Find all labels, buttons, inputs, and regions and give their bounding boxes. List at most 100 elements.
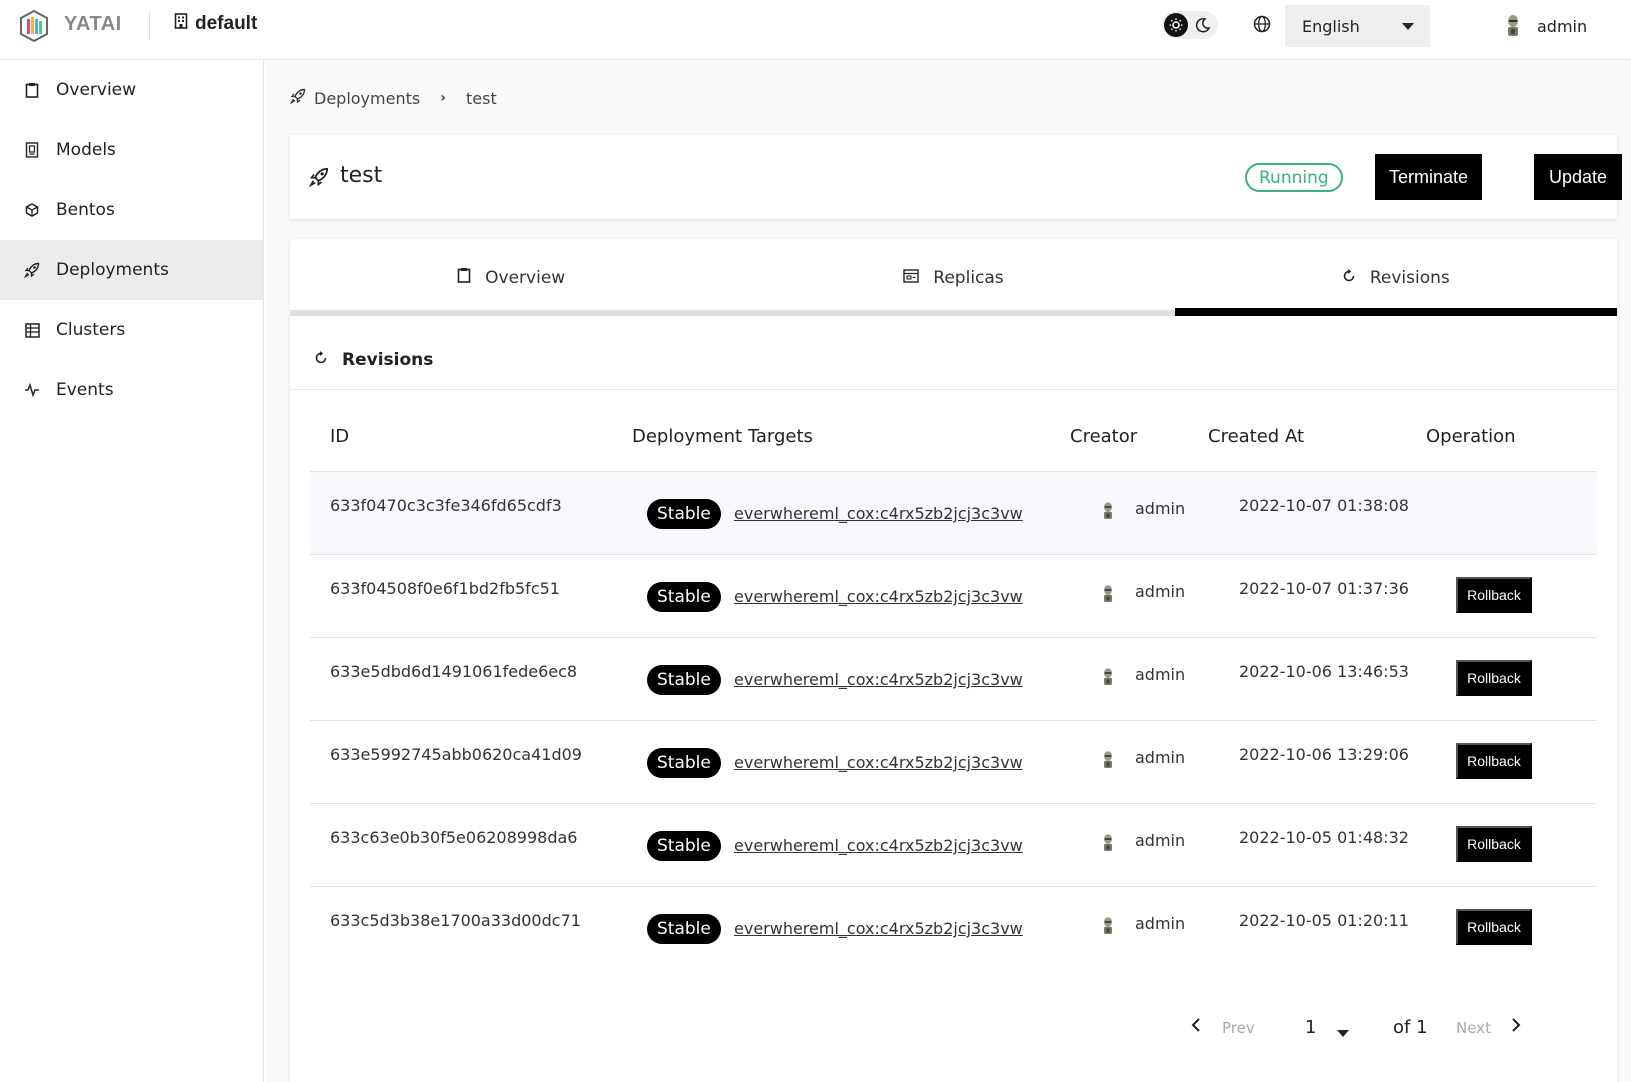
- revision-icon: [314, 350, 328, 370]
- target-type-badge: Stable: [647, 582, 721, 612]
- rollback-button[interactable]: Rollback: [1456, 826, 1532, 862]
- section-title: Revisions: [314, 350, 433, 370]
- bento-link[interactable]: everwhereml_cox:c4rx5zb2jcj3c3vw: [734, 587, 1023, 606]
- created-at: 2022-10-05 01:20:11: [1239, 911, 1409, 930]
- tab-replicas[interactable]: Replicas: [732, 239, 1175, 316]
- yatai-logo[interactable]: [18, 9, 50, 43]
- chevron-right-icon[interactable]: [1510, 1017, 1522, 1038]
- clipboard-icon: [457, 267, 471, 288]
- creator-name: admin: [1135, 582, 1186, 601]
- sidebar-item-label: Events: [56, 380, 114, 400]
- top-header: YATAI default English admin: [0, 0, 1631, 60]
- sun-icon: [1164, 13, 1188, 37]
- rollback-button[interactable]: Rollback: [1456, 909, 1532, 945]
- main-content: Deployments › test test Running Terminat…: [265, 60, 1631, 1082]
- rollback-button[interactable]: Rollback: [1456, 577, 1532, 613]
- tab-overview[interactable]: Overview: [290, 239, 733, 316]
- user-menu[interactable]: admin: [1503, 14, 1587, 38]
- tab-revisions[interactable]: Revisions: [1174, 239, 1617, 316]
- bento-link[interactable]: everwhereml_cox:c4rx5zb2jcj3c3vw: [734, 753, 1023, 772]
- bento-link[interactable]: everwhereml_cox:c4rx5zb2jcj3c3vw: [734, 670, 1023, 689]
- status-badge: Running: [1245, 163, 1343, 192]
- sidebar-item-models[interactable]: Models: [0, 120, 263, 180]
- chevron-down-icon[interactable]: [1336, 1023, 1350, 1044]
- bento-link[interactable]: everwhereml_cox:c4rx5zb2jcj3c3vw: [734, 836, 1023, 855]
- breadcrumb-deployments-link[interactable]: Deployments: [314, 89, 420, 108]
- rocket-icon: [308, 167, 329, 192]
- revision-id: 633f04508f0e6f1bd2fb5fc51: [330, 579, 560, 598]
- column-header-targets[interactable]: Deployment Targets: [632, 426, 813, 447]
- moon-icon: [1193, 15, 1213, 35]
- column-header-id[interactable]: ID: [330, 426, 349, 447]
- created-at: 2022-10-07 01:37:36: [1239, 579, 1409, 598]
- rollback-button[interactable]: Rollback: [1456, 660, 1532, 696]
- table-row: 633c5d3b38e1700a33d00dc71 Stable everwhe…: [310, 887, 1597, 970]
- avatar: [1100, 666, 1116, 692]
- sidebar-item-deployments[interactable]: Deployments: [0, 240, 263, 300]
- sidebar-item-label: Clusters: [56, 320, 126, 340]
- column-header-creator[interactable]: Creator: [1070, 426, 1137, 447]
- avatar: [1100, 583, 1116, 609]
- table-header: ID Deployment Targets Creator Created At…: [310, 404, 1597, 472]
- bento-link[interactable]: everwhereml_cox:c4rx5zb2jcj3c3vw: [734, 504, 1023, 523]
- revision-id: 633c5d3b38e1700a33d00dc71: [330, 911, 581, 930]
- creator-name: admin: [1135, 499, 1186, 518]
- sidebar-item-events[interactable]: Events: [0, 360, 263, 420]
- username: admin: [1537, 16, 1588, 36]
- sidebar-item-label: Overview: [56, 80, 137, 100]
- language-select[interactable]: English: [1285, 5, 1430, 47]
- header-divider: [149, 12, 150, 40]
- created-at: 2022-10-06 13:29:06: [1239, 745, 1409, 764]
- avatar: [1100, 749, 1116, 775]
- avatar: [1503, 14, 1523, 38]
- created-at: 2022-10-07 01:38:08: [1239, 496, 1409, 515]
- theme-toggle[interactable]: [1162, 11, 1218, 39]
- bento-link[interactable]: everwhereml_cox:c4rx5zb2jcj3c3vw: [734, 919, 1023, 938]
- rollback-button[interactable]: Rollback: [1456, 743, 1532, 779]
- tab-label: Revisions: [1369, 267, 1450, 288]
- tab-label: Overview: [485, 267, 566, 288]
- rocket-icon: [289, 88, 306, 108]
- org-name: default: [195, 13, 258, 34]
- table-row: 633e5dbd6d1491061fede6ec8 Stable everwhe…: [310, 638, 1597, 721]
- model-icon: [24, 142, 40, 158]
- creator-name: admin: [1135, 665, 1186, 684]
- avatar: [1100, 915, 1116, 941]
- terminate-button[interactable]: Terminate: [1375, 154, 1482, 200]
- target-type-badge: Stable: [647, 499, 721, 529]
- sidebar-item-clusters[interactable]: Clusters: [0, 300, 263, 360]
- column-header-operation[interactable]: Operation: [1426, 426, 1516, 447]
- deployment-header-card: test Running Terminate Update: [290, 135, 1622, 219]
- app-name: YATAI: [64, 13, 122, 35]
- page-number-select[interactable]: 1: [1305, 1017, 1316, 1038]
- update-button[interactable]: Update: [1534, 154, 1622, 200]
- page-title: test: [340, 163, 383, 188]
- revision-id: 633e5dbd6d1491061fede6ec8: [330, 662, 578, 681]
- creator-name: admin: [1135, 914, 1186, 933]
- clipboard-icon: [24, 82, 40, 98]
- table-row: 633f0470c3c3fe346fd65cdf3 Stable everwhe…: [310, 472, 1597, 555]
- tab-bar: Overview Replicas Revisions: [290, 239, 1617, 316]
- next-button[interactable]: Next: [1456, 1019, 1491, 1037]
- column-header-created-at[interactable]: Created At: [1208, 426, 1304, 447]
- replicas-icon: [903, 268, 919, 288]
- sidebar-item-overview[interactable]: Overview: [0, 60, 263, 120]
- revision-icon: [1342, 268, 1356, 288]
- table-icon: [24, 322, 40, 338]
- avatar: [1100, 832, 1116, 858]
- revisions-table: ID Deployment Targets Creator Created At…: [310, 404, 1597, 970]
- table-row: 633f04508f0e6f1bd2fb5fc51 Stable everwhe…: [310, 555, 1597, 638]
- sidebar-item-label: Deployments: [56, 260, 169, 280]
- revisions-card: Overview Replicas Revisions Revisions ID…: [290, 239, 1617, 1082]
- avatar: [1100, 500, 1116, 526]
- sidebar-item-bentos[interactable]: Bentos: [0, 180, 263, 240]
- chevron-left-icon[interactable]: [1190, 1017, 1202, 1038]
- target-type-badge: Stable: [647, 748, 721, 778]
- sidebar-item-label: Bentos: [56, 200, 115, 220]
- prev-button[interactable]: Prev: [1222, 1019, 1255, 1037]
- org-switcher[interactable]: default: [174, 13, 257, 35]
- pagination: Prev 1 of 1 Next: [1190, 1009, 1570, 1049]
- sidebar-item-label: Models: [56, 140, 116, 160]
- sidebar: Overview Models Bentos Deployments Clust…: [0, 60, 264, 1082]
- cube-icon: [24, 202, 40, 218]
